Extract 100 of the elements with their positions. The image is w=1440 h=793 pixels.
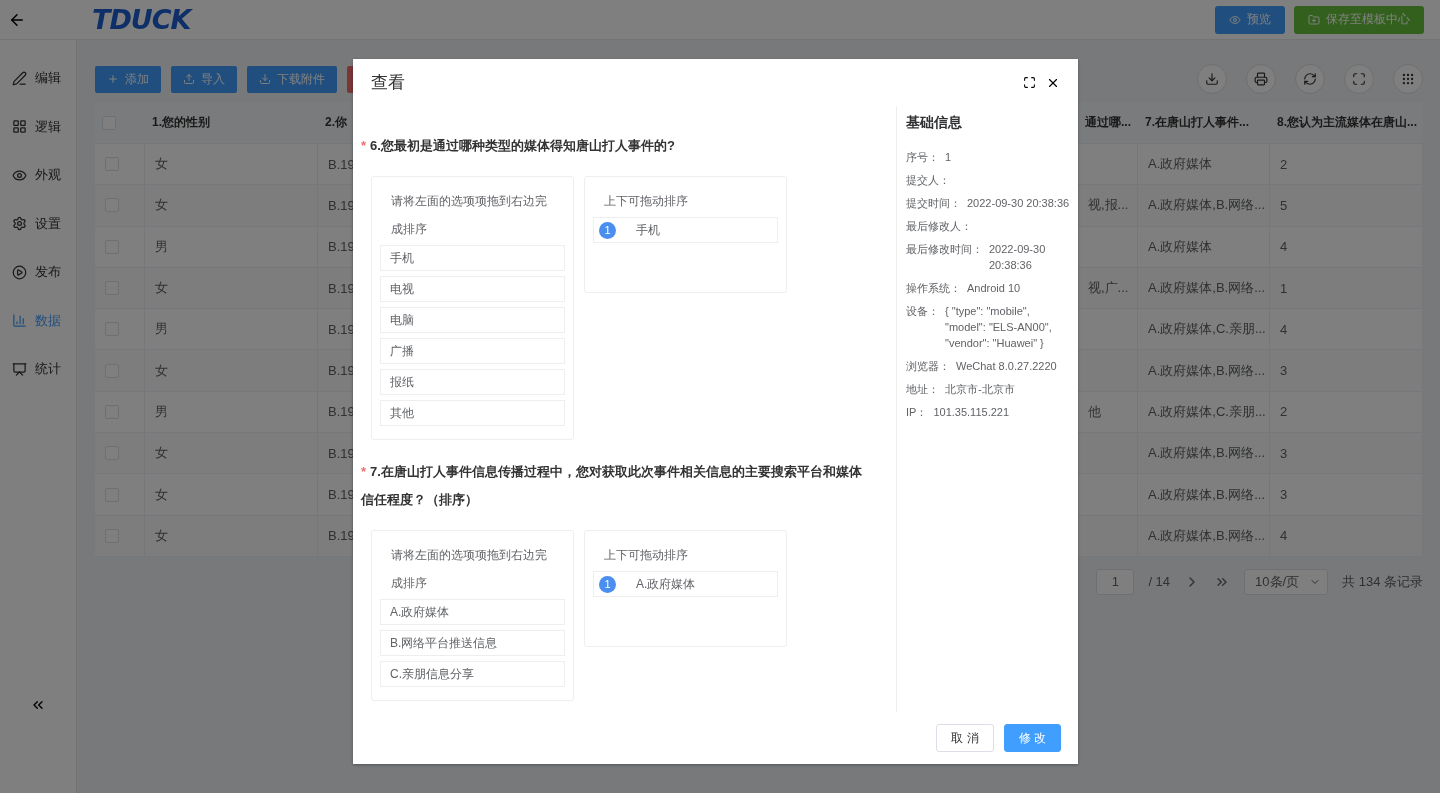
- instruction-text: 上下可拖动排序: [603, 547, 689, 564]
- page-input[interactable]: 1: [1096, 568, 1135, 595]
- print-button[interactable]: [1246, 64, 1276, 94]
- info-title: 基础信息: [906, 114, 963, 132]
- info-label: IP：: [906, 405, 928, 420]
- refresh-button[interactable]: [1295, 64, 1325, 94]
- sorted-item[interactable]: 1 A.政府媒体: [593, 571, 778, 597]
- table-cell: A.政府媒体,C.亲朋...: [1148, 320, 1266, 339]
- info-label: 序号：: [906, 150, 939, 165]
- table-cell: 4: [1280, 239, 1288, 255]
- option-item[interactable]: C.亲朋信息分享: [380, 661, 565, 687]
- sidebar-item[interactable]: 发布: [0, 248, 76, 297]
- info-value: { "type": "mobile", "model": "ELS-AN00", "vendor": "Huawei" }: [945, 304, 1053, 351]
- plus-icon: [107, 73, 119, 85]
- column-header: 通过哪...: [1085, 114, 1131, 131]
- table-cell: 视,报...: [1078, 185, 1138, 227]
- info-value: 1: [945, 150, 952, 165]
- column-header: 1.您的性别: [152, 114, 210, 131]
- question-title: * 7.在唐山打人事件信息传播过程中，您对获取此次事件相关信息的主要搜索平台和媒体信任程度？（排序）: [361, 463, 863, 509]
- table-cell: 2: [1280, 156, 1288, 172]
- sidebar-item[interactable]: 外观: [0, 151, 76, 200]
- table-cell: 1: [1280, 280, 1288, 296]
- page-size-select[interactable]: 10条/页: [1244, 568, 1329, 595]
- edit-button[interactable]: 修 改: [1003, 724, 1061, 752]
- sidebar-item[interactable]: 统计: [0, 345, 76, 394]
- download-button[interactable]: [1197, 64, 1227, 94]
- play-icon: [12, 264, 27, 280]
- table-cell: A.政府媒体,B.网络...: [1148, 361, 1265, 380]
- sidebar-item[interactable]: 编辑: [0, 54, 76, 103]
- table-cell: A.政府媒体: [1148, 155, 1213, 174]
- grid-icon: [1401, 72, 1415, 86]
- cancel-button[interactable]: 取 消: [936, 724, 994, 752]
- rank-badge: 1: [599, 575, 616, 593]
- info-label: 操作系统：: [906, 281, 961, 296]
- table-cell: 女: [155, 361, 168, 380]
- option-item[interactable]: A.政府媒体: [380, 599, 565, 625]
- table-cell: A.政府媒体,B.网络...: [1148, 485, 1265, 504]
- table-cell: 女: [155, 444, 168, 463]
- sidebar-item[interactable]: 设置: [0, 199, 76, 248]
- info-value: 101.35.115.221: [933, 405, 1010, 420]
- table-cell: A.政府媒体,C.亲朋...: [1148, 402, 1266, 421]
- table-cell: A.政府媒体,B.网络...: [1148, 196, 1265, 215]
- sorted-item[interactable]: 1 手机: [593, 217, 778, 243]
- info-value: WeChat 8.0.27.2220: [956, 359, 1057, 374]
- option-item[interactable]: 报纸: [380, 369, 565, 395]
- option-item[interactable]: 手机: [380, 245, 565, 271]
- columns-button[interactable]: [1393, 64, 1423, 94]
- option-item[interactable]: 电视: [380, 276, 565, 302]
- table-cell: 4: [1280, 528, 1288, 544]
- instruction-text: 请将左面的选项项拖到右边完成排序: [390, 547, 548, 592]
- table-cell: 女: [155, 526, 168, 545]
- table-cell: 男: [155, 237, 168, 256]
- total-count: 共 134 条记录: [1342, 572, 1423, 591]
- info-label: 最后修改时间：: [906, 242, 983, 257]
- required-mark: *: [361, 464, 367, 479]
- table-cell: A.政府媒体: [1148, 237, 1213, 256]
- page-count: / 14: [1148, 574, 1171, 590]
- info-value: 2022-09-30 20:38:36: [967, 196, 1070, 211]
- table-cell: 他: [1078, 391, 1138, 434]
- question-title: * 6.您最初是通过哪种类型的媒体得知唐山打人事件的?: [361, 137, 676, 155]
- table-cell: 女: [155, 485, 168, 504]
- fullscreen-button[interactable]: [1344, 64, 1374, 94]
- info-value: 北京市-北京市: [945, 382, 1015, 397]
- option-item[interactable]: 广播: [380, 338, 565, 364]
- table-cell: 3: [1280, 445, 1288, 461]
- download-icon: [1205, 72, 1219, 86]
- table-cell: 女: [155, 279, 168, 298]
- pen-icon: [12, 70, 27, 86]
- option-item[interactable]: B.网络平台推送信息: [380, 630, 565, 656]
- info-label: 地址：: [906, 382, 939, 397]
- table-cell: 视,广...: [1078, 267, 1138, 310]
- instruction-text: 请将左面的选项项拖到右边完成排序: [390, 193, 548, 238]
- required-mark: *: [361, 138, 367, 153]
- table-cell: 男: [155, 402, 168, 421]
- table-cell: 5: [1280, 197, 1288, 213]
- table-cell: 3: [1280, 363, 1288, 379]
- table-cell: 女: [155, 155, 168, 174]
- bar-chart-icon: [12, 313, 27, 329]
- info-label: 最后修改人：: [906, 219, 972, 234]
- column-header: 7.在唐山打人事件...: [1145, 114, 1249, 131]
- info-label: 提交人：: [906, 173, 950, 188]
- info-label: 设备：: [906, 304, 939, 319]
- gear-icon: [12, 216, 27, 232]
- logo: TDUCK: [92, 4, 191, 35]
- sidebar-item[interactable]: 逻辑: [0, 102, 76, 151]
- refresh-icon: [1303, 72, 1317, 86]
- fullscreen-icon: [1352, 72, 1366, 86]
- grid-icon: [12, 119, 27, 135]
- table-cell: 4: [1280, 321, 1288, 337]
- table-cell: 3: [1280, 487, 1288, 502]
- download-icon: [259, 73, 271, 85]
- info-label: 提交时间：: [906, 196, 961, 211]
- fullscreen-icon[interactable]: [1023, 76, 1036, 89]
- table-cell: 男: [155, 320, 168, 339]
- upload-icon: [183, 73, 195, 85]
- option-item[interactable]: 其他: [380, 400, 565, 426]
- table-cell: 女: [155, 196, 168, 215]
- table-cell: 2: [1280, 404, 1288, 420]
- option-item[interactable]: 电脑: [380, 307, 565, 333]
- table-cell: A.政府媒体,B.网络...: [1148, 444, 1265, 463]
